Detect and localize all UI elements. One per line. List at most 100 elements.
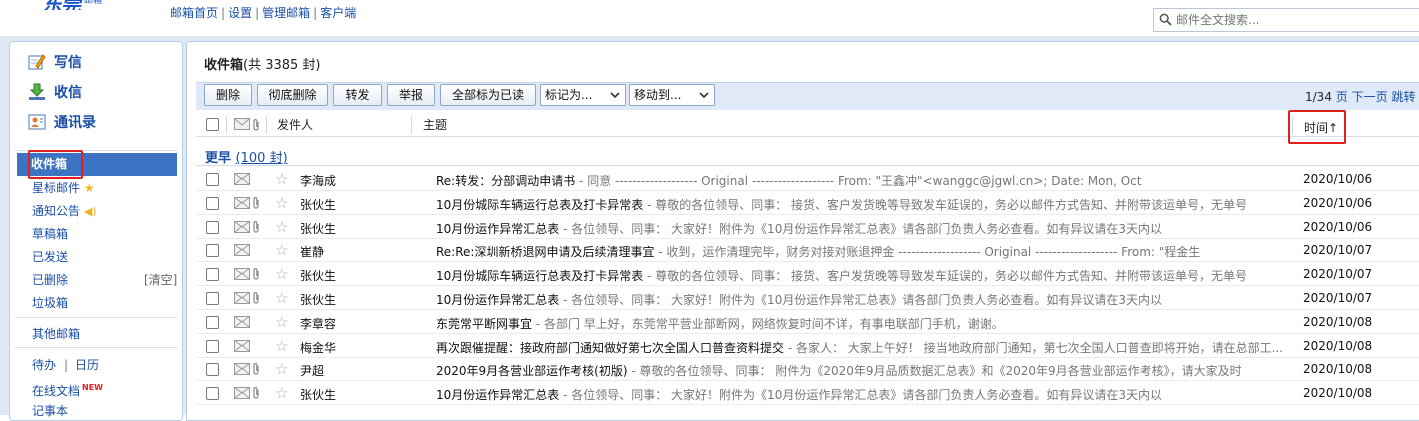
envelope-icon (234, 363, 250, 378)
table-row[interactable]: ☆ 张伙生 10月份运作异常汇总表 - 各位领导、同事： 大家好！附件为《10月份运… (196, 216, 1419, 239)
table-row[interactable]: ☆ 崔静 Re:Re:深圳新桥退网申请及后续清理事宜 - 收到，运作清理完毕，财务对… (196, 239, 1419, 263)
link-settings[interactable]: 设置 (228, 6, 252, 20)
row-checkbox[interactable] (206, 173, 219, 186)
star-toggle-icon[interactable]: ☆ (275, 265, 288, 283)
row-subject: 10月份运作异常汇总表 - 各位领导、同事： 大家好！附件为《10月份运作异常汇… (436, 293, 1162, 307)
purge-button[interactable]: 彻底删除 (257, 84, 328, 106)
link-mail-home[interactable]: 邮箱首页 (170, 6, 218, 20)
row-subject: 东莞常平断网事宜 - 各部门 早上好，东莞常平营业部断网，网络恢复时间不详，有事… (436, 316, 1004, 331)
row-sender: 梅金华 (300, 340, 337, 355)
star-toggle-icon[interactable]: ☆ (275, 313, 288, 331)
row-checkbox[interactable] (206, 220, 219, 234)
table-row[interactable]: ☆ 张伙生 10月份运作异常汇总表 - 各位领导、同事： 大家好！附件为《10月份运… (196, 382, 1419, 406)
envelope-icon (234, 339, 250, 355)
sidebar-item-calendar[interactable]: 日历 (75, 355, 99, 375)
row-checkbox[interactable] (206, 387, 219, 401)
jump-page-link[interactable]: 跳转 (1391, 90, 1415, 104)
sidebar-item-notices[interactable]: 通知公告 ◀) (32, 201, 97, 221)
star-toggle-icon[interactable]: ☆ (275, 218, 288, 236)
search-icon[interactable] (1159, 13, 1172, 29)
envelope-icon (234, 268, 250, 283)
star-icon: ★ (83, 181, 95, 195)
receive-button[interactable]: 收信 (28, 80, 82, 104)
row-checkbox[interactable] (206, 363, 219, 377)
row-sender: 张伙生 (300, 293, 337, 307)
row-date: 2020/10/06 (1303, 195, 1373, 210)
table-row[interactable]: ☆ 张伙生 10月份运作异常汇总表 - 各位领导、同事： 大家好！附件为《10月份运… (196, 287, 1419, 310)
page-unit: 页 (1335, 90, 1348, 104)
star-toggle-icon[interactable]: ☆ (275, 384, 288, 402)
sidebar-divider (15, 347, 177, 348)
separator: | (64, 358, 69, 372)
star-toggle-icon[interactable]: ☆ (275, 194, 288, 212)
column-sender[interactable]: 发件人 (277, 113, 313, 137)
envelope-icon (234, 292, 250, 307)
select-all-checkbox[interactable] (206, 118, 219, 131)
page-title: 收件箱(共 3385 封) (204, 58, 321, 73)
envelope-icon (234, 173, 250, 188)
row-sender: 张伙生 (300, 221, 337, 236)
row-sender: 李章容 (300, 316, 337, 331)
sidebar-item-junk[interactable]: 垃圾箱 (32, 293, 68, 313)
pager: 1/34 页 下一页 跳转 (1305, 90, 1416, 104)
row-date: 2020/10/06 (1303, 172, 1373, 186)
star-toggle-icon[interactable]: ☆ (275, 170, 288, 188)
chevron-down-icon (697, 87, 711, 103)
next-page-link[interactable]: 下一页 (1352, 90, 1388, 104)
logo[interactable]: 东莞 邮箱 (40, 0, 120, 10)
sidebar-item-starred[interactable]: 星标邮件 ★ (32, 178, 95, 198)
sidebar-item-online-docs[interactable]: 在线文档 NEW (32, 378, 103, 398)
attachment-icon (252, 267, 260, 284)
star-toggle-icon[interactable]: ☆ (275, 337, 288, 355)
sidebar-item-other-mailbox[interactable]: 其他邮箱 (32, 324, 80, 344)
mark-as-dropdown[interactable]: 标记为... (540, 84, 626, 106)
table-row[interactable]: ☆ 梅金华 再次跟催提醒：接政府部门通知做好第七次全国人口普查资料提交 - 各家人：… (196, 335, 1419, 358)
link-admin[interactable]: 管理邮箱 (262, 6, 310, 20)
sidebar-item-todo[interactable]: 待办 (32, 355, 56, 375)
table-row[interactable]: ☆ 李章容 东莞常平断网事宜 - 各部门 早上好，东莞常平营业部断网，网络恢复时间不… (196, 311, 1419, 334)
row-subject: 10月份城际车辆运行总表及打卡异常表 - 尊敬的各位领导、同事： 接货、客户发货… (436, 197, 1248, 212)
row-checkbox[interactable] (206, 315, 219, 329)
sidebar-item-deleted[interactable]: 已删除 (32, 270, 68, 290)
search-box (1153, 8, 1419, 32)
sidebar-item-notes[interactable]: 记事本 (32, 401, 68, 421)
move-to-dropdown[interactable]: 移动到... (629, 84, 715, 106)
link-client[interactable]: 客户端 (320, 6, 356, 20)
row-checkbox[interactable] (206, 196, 219, 210)
report-button[interactable]: 举报 (387, 84, 435, 106)
attachment-header-icon (252, 118, 260, 135)
mark-all-read-button[interactable]: 全部标为已读 (440, 84, 536, 106)
column-subject[interactable]: 主题 (423, 113, 447, 137)
attachment-icon (252, 362, 260, 379)
row-date: 2020/10/07 (1303, 291, 1373, 305)
row-checkbox[interactable] (206, 268, 219, 282)
table-row[interactable]: ☆ 张伙生 10月份城际车辆运行总表及打卡异常表 - 尊敬的各位领导、同事： 接货、… (196, 263, 1419, 287)
compose-button[interactable]: 写信 (28, 50, 82, 74)
group-count-link[interactable]: (100 封) (236, 151, 288, 166)
compose-icon (28, 53, 46, 71)
envelope-icon (234, 220, 250, 236)
attachment-icon (252, 291, 260, 308)
row-sender: 崔静 (300, 245, 325, 260)
new-badge: NEW (82, 383, 103, 392)
sidebar-item-drafts[interactable]: 草稿箱 (32, 224, 68, 244)
table-row[interactable]: ☆ 张伙生 10月份城际车辆运行总表及打卡异常表 - 尊敬的各位领导、同事： 接货、… (196, 192, 1419, 215)
row-checkbox[interactable] (206, 292, 219, 305)
row-checkbox[interactable] (206, 244, 219, 258)
table-row[interactable]: ☆ 尹超 2020年9月各营业部运作考核(初版) - 尊敬的各位领导、同事： 附件为… (196, 358, 1419, 382)
row-checkbox[interactable] (206, 339, 219, 353)
sidebar-item-sent[interactable]: 已发送 (32, 247, 68, 267)
attachment-icon (252, 220, 260, 237)
star-toggle-icon[interactable]: ☆ (275, 241, 288, 259)
clear-trash-link[interactable]: [清空] (144, 270, 177, 290)
star-toggle-icon[interactable]: ☆ (275, 289, 288, 307)
group-header: 更早 (100 封) (205, 151, 288, 166)
contacts-button[interactable]: 通讯录 (28, 110, 96, 134)
table-row[interactable]: ☆ 李海成 Re:转发：分部调动申请书 - 同意 -----------------… (196, 168, 1419, 191)
forward-button[interactable]: 转发 (333, 84, 382, 106)
row-subject: 再次跟催提醒：接政府部门通知做好第七次全国人口普查资料提交 - 各家人： 大家上… (436, 340, 1284, 355)
envelope-icon (234, 315, 250, 331)
delete-button[interactable]: 删除 (204, 84, 252, 106)
search-input[interactable] (1176, 11, 1406, 29)
star-toggle-icon[interactable]: ☆ (275, 360, 288, 378)
